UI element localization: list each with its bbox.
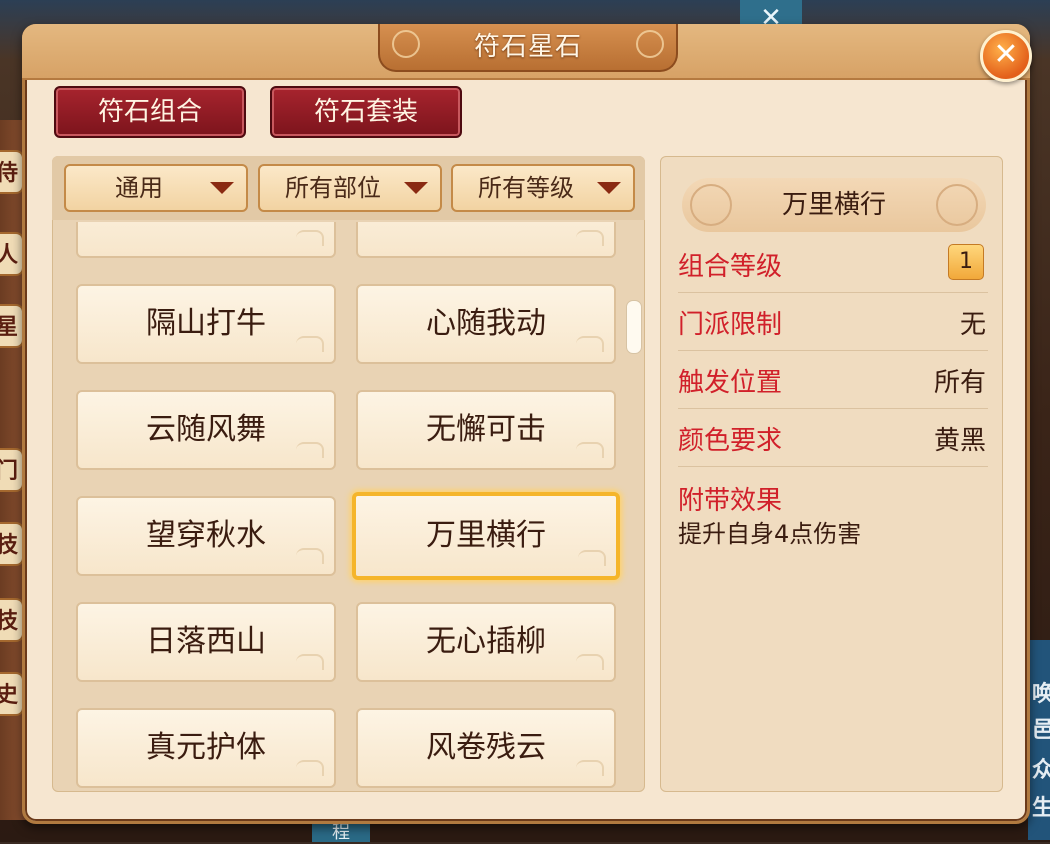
background-tag: 程 — [312, 822, 370, 843]
side-tab[interactable]: 人 — [0, 232, 24, 276]
scroll-ornament-icon — [636, 30, 664, 58]
rune-list[interactable]: 隔山打牛 心随我动 云随风舞 无懈可击 望穿秋水 万里横行 日落西山 无心插柳 … — [60, 222, 630, 788]
filter-level-value: 所有等级 — [478, 174, 574, 202]
rune-name: 万里横行 — [426, 518, 546, 553]
list-item-selected[interactable]: 万里横行 — [352, 492, 620, 580]
swirl-ornament-icon — [296, 760, 324, 776]
detail-row-level: 组合等级 1 — [678, 234, 988, 293]
background-text: 邑 — [1032, 718, 1050, 743]
tab-rune-combo[interactable]: 符石组合 — [54, 86, 246, 138]
swirl-ornament-icon — [576, 336, 604, 352]
rune-name: 云随风舞 — [146, 412, 266, 447]
swirl-ornament-icon — [576, 760, 604, 776]
list-item[interactable]: 无懈可击 — [356, 390, 616, 470]
effect-text: 提升自身4点伤害 — [678, 520, 862, 548]
effect-label: 附带效果 — [678, 486, 783, 516]
filter-slot-select[interactable]: 所有部位 — [258, 164, 442, 212]
scroll-ornament-icon — [392, 30, 420, 58]
filter-level-select[interactable]: 所有等级 — [451, 164, 635, 212]
list-scrollbar[interactable] — [626, 300, 642, 354]
detail-row-color: 颜色要求 黄黑 — [678, 408, 988, 467]
detail-key: 门派限制 — [678, 310, 783, 340]
swirl-ornament-icon — [296, 442, 324, 458]
swirl-ornament-icon — [576, 230, 604, 246]
list-item[interactable]: 云随风舞 — [76, 390, 336, 470]
swirl-ornament-icon — [296, 230, 324, 246]
dialog-title: 符石星石 — [378, 24, 678, 72]
side-tab[interactable]: 门 — [0, 448, 24, 492]
rune-name: 风卷残云 — [426, 730, 546, 765]
side-tab[interactable]: 侍 — [0, 150, 24, 194]
detail-value: 所有 — [933, 368, 986, 398]
chevron-down-icon — [404, 182, 428, 194]
chevron-down-icon — [210, 182, 234, 194]
background-text: 唤 — [1032, 682, 1050, 707]
swirl-ornament-icon — [576, 654, 604, 670]
rune-name: 望穿秋水 — [146, 518, 266, 553]
side-tab[interactable]: 技 — [0, 598, 24, 642]
detail-row-position: 触发位置 所有 — [678, 350, 988, 409]
rune-name: 日落西山 — [146, 624, 266, 659]
detail-key: 组合等级 — [678, 252, 783, 282]
swirl-ornament-icon — [576, 442, 604, 458]
list-item[interactable]: 风卷残云 — [356, 708, 616, 788]
swirl-ornament-icon — [296, 336, 324, 352]
cloud-ornament-icon — [936, 184, 978, 226]
swirl-ornament-icon — [296, 548, 324, 564]
detail-value: 无 — [959, 310, 986, 340]
detail-key: 颜色要求 — [678, 426, 783, 456]
side-tab[interactable]: 技 — [0, 522, 24, 566]
detail-value: 黄黑 — [933, 426, 986, 456]
detail-row-school: 门派限制 无 — [678, 292, 988, 351]
background-text: 生 — [1032, 796, 1050, 821]
filter-type-value: 通用 — [115, 174, 163, 202]
filter-slot-value: 所有部位 — [285, 174, 381, 202]
list-item[interactable]: 真元护体 — [76, 708, 336, 788]
list-item[interactable] — [356, 222, 616, 258]
list-item[interactable]: 隔山打牛 — [76, 284, 336, 364]
rune-name: 真元护体 — [146, 730, 266, 765]
background-text: 众 — [1032, 758, 1050, 783]
level-badge: 1 — [948, 244, 984, 280]
list-item[interactable] — [76, 222, 336, 258]
filter-type-select[interactable]: 通用 — [64, 164, 248, 212]
rune-name: 无懈可击 — [426, 412, 546, 447]
cloud-ornament-icon — [690, 184, 732, 226]
rune-name: 隔山打牛 — [146, 306, 266, 341]
tab-rune-set[interactable]: 符石套装 — [270, 86, 462, 138]
rune-name: 心随我动 — [426, 306, 546, 341]
list-item[interactable]: 心随我动 — [356, 284, 616, 364]
chevron-down-icon — [597, 182, 621, 194]
swirl-ornament-icon — [296, 654, 324, 670]
close-button[interactable]: ✕ — [980, 30, 1032, 82]
rune-name: 无心插柳 — [426, 624, 546, 659]
swirl-ornament-icon — [578, 550, 606, 566]
list-item[interactable]: 无心插柳 — [356, 602, 616, 682]
list-item[interactable]: 望穿秋水 — [76, 496, 336, 576]
list-item[interactable]: 日落西山 — [76, 602, 336, 682]
side-tab[interactable]: 史 — [0, 672, 24, 716]
detail-key: 触发位置 — [678, 368, 783, 398]
side-tab[interactable]: 星 — [0, 304, 24, 348]
